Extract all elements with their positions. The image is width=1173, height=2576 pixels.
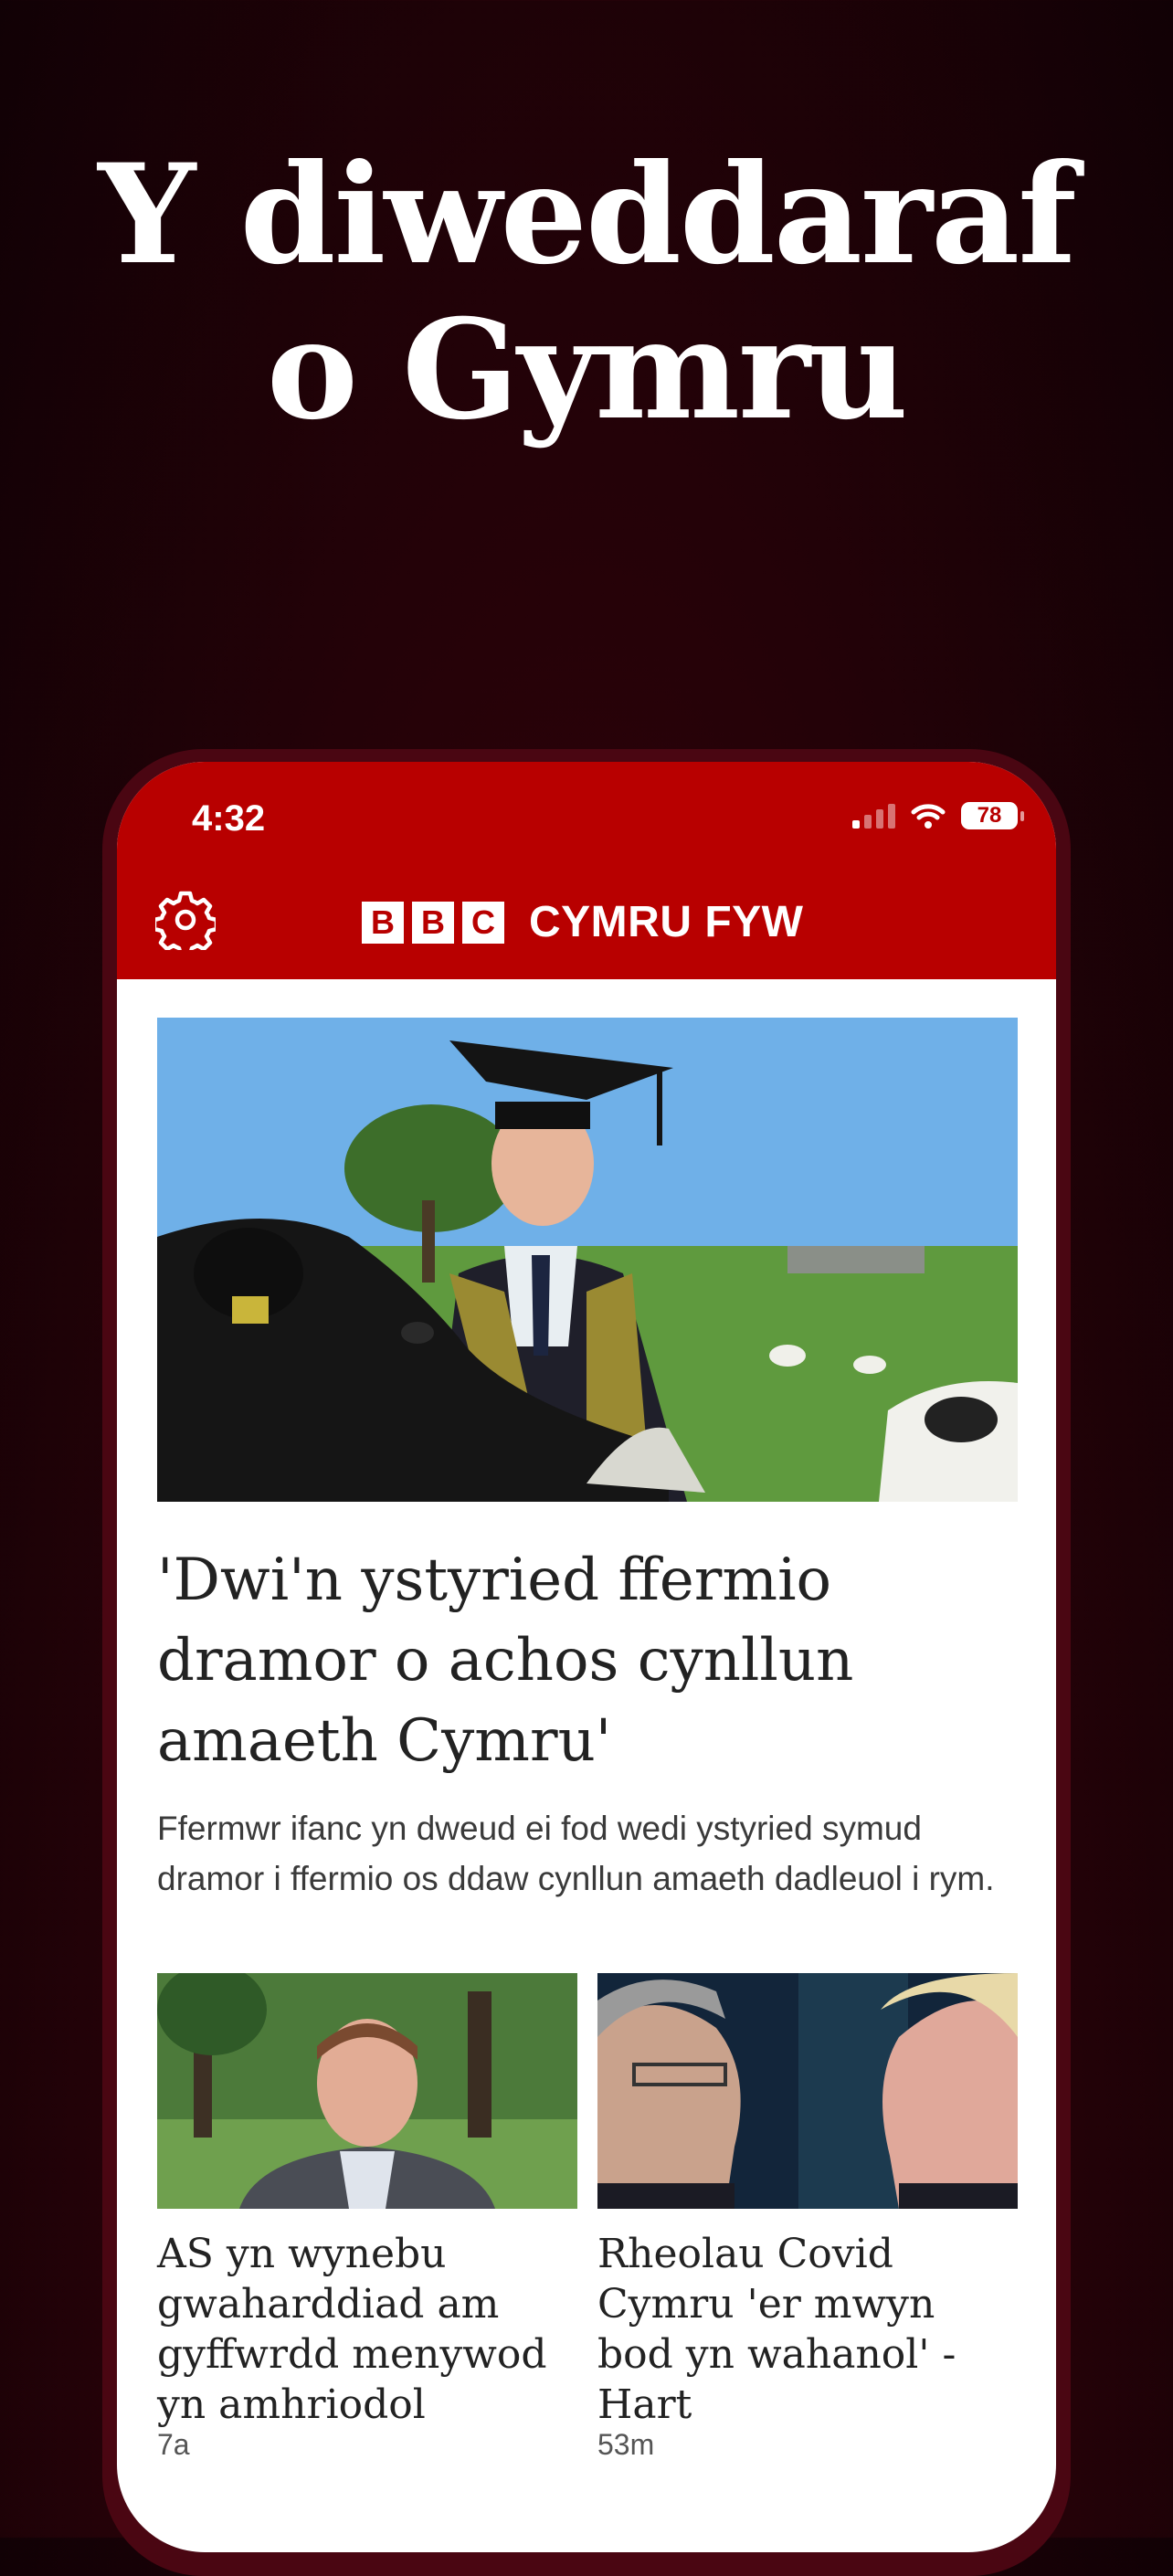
top-story-title[interactable]: 'Dwi'n ystyried ffermio dramor o achos c…	[157, 1540, 1016, 1781]
promo-headline: Y diweddaraf o Gymru	[0, 137, 1173, 448]
promo-headline-line2: o Gymru	[266, 290, 908, 450]
status-icons: 78	[852, 802, 1024, 829]
battery-icon: 78	[961, 802, 1024, 829]
status-time: 4:32	[192, 798, 266, 839]
logo-letter: C	[462, 901, 504, 944]
logo-letter: B	[412, 901, 454, 944]
top-story-summary: Ffermwr ifanc yn dweud ei fod wedi ystyr…	[157, 1810, 995, 1897]
story-timestamp: 7a	[157, 2428, 190, 2461]
phone-screen: 4:32 78 B B C CYMRU FYW 'Dwi'n ystyried …	[117, 762, 1056, 2552]
promo-headline-line1: Y diweddaraf	[98, 134, 1076, 295]
story-card[interactable]: AS yn wynebu gwaharddiad am gyffwrdd men…	[157, 1973, 577, 2461]
farmer-with-cow-image	[157, 1018, 1018, 1502]
story-title: Rheolau Covid Cymru 'er mwyn bod yn waha…	[597, 2231, 956, 2428]
story-thumbnail	[597, 1973, 1018, 2209]
logo-letter: B	[362, 901, 404, 944]
app-title: CYMRU FYW	[529, 898, 804, 946]
wifi-icon	[911, 804, 946, 829]
bbc-cymru-fyw-logo: B B C CYMRU FYW	[362, 897, 803, 947]
top-story-image[interactable]	[157, 1018, 1018, 1502]
story-card[interactable]: Rheolau Covid Cymru 'er mwyn bod yn waha…	[597, 1973, 1018, 2461]
two-politicians-image	[597, 1973, 1018, 2209]
settings-gear-icon[interactable]	[155, 890, 216, 950]
story-timestamp: 53m	[597, 2428, 655, 2461]
story-title: AS yn wynebu gwaharddiad am gyffwrdd men…	[157, 2231, 547, 2428]
politician-portrait-image	[157, 1973, 577, 2209]
cellular-signal-icon	[852, 803, 895, 829]
story-thumbnail	[157, 1973, 577, 2209]
app-header: 4:32 78 B B C CYMRU FYW	[117, 762, 1056, 979]
